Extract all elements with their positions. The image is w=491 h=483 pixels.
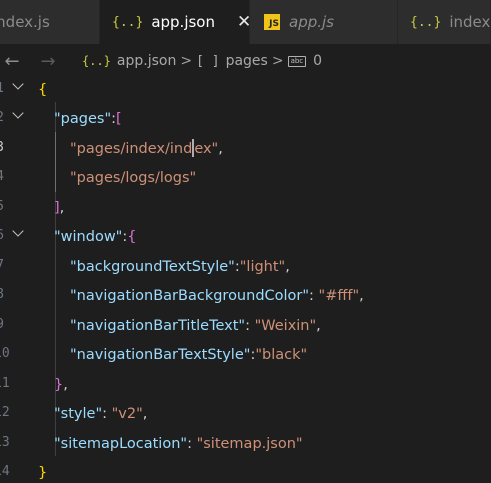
code-line: "sitemapLocation": "sitemap.json" bbox=[54, 436, 303, 452]
indent-guide-active bbox=[55, 132, 56, 192]
back-arrow-icon[interactable]: ← bbox=[0, 51, 24, 72]
tab-app-json[interactable]: {..} app.json ✕ bbox=[100, 0, 250, 44]
line-number: 7 bbox=[0, 258, 4, 273]
json-icon: {..} bbox=[410, 14, 442, 30]
breadcrumb-item[interactable]: 0 bbox=[313, 53, 322, 69]
json-icon: {..} bbox=[112, 14, 144, 30]
tab-bar: index.js {..} app.json ✕ JS app.js {..} … bbox=[0, 0, 491, 44]
code-line: "pages/logs/logs" bbox=[70, 170, 197, 186]
breadcrumb: ← → {..} app.json > [ ] pages > abc 0 bbox=[0, 44, 491, 78]
line-number: 5 bbox=[0, 199, 4, 214]
code-line: "navigationBarTitleText": "Weixin", bbox=[70, 318, 321, 334]
code-line: "backgroundTextStyle":"light", bbox=[70, 259, 290, 275]
tab-index-json[interactable]: {..} index.js bbox=[398, 0, 491, 44]
close-icon[interactable]: ✕ bbox=[237, 12, 249, 32]
string-icon: abc bbox=[287, 55, 307, 67]
forward-arrow-icon[interactable]: → bbox=[36, 51, 60, 72]
code-line: }, bbox=[54, 377, 68, 393]
code-line: "pages":[ bbox=[54, 111, 122, 127]
js-icon: JS bbox=[264, 14, 280, 30]
tab-label: app.json bbox=[151, 13, 215, 31]
code-line-current: "pages/index/ind ex", bbox=[70, 139, 223, 157]
fold-chevron-icon[interactable] bbox=[12, 226, 26, 240]
line-number: 13 bbox=[0, 435, 10, 450]
line-number: 11 bbox=[0, 376, 10, 391]
code-editor[interactable]: 1 2 3 4 5 6 7 8 9 10 11 12 13 14 { bbox=[0, 78, 491, 483]
line-number: 1 bbox=[0, 81, 4, 96]
code-content[interactable]: { "pages":[ "pages/index/ind ex", "pages/… bbox=[38, 78, 491, 483]
line-number: 2 bbox=[0, 110, 4, 125]
indent-guide bbox=[55, 250, 56, 368]
line-number-current: 3 bbox=[0, 140, 4, 155]
breadcrumb-section[interactable]: pages bbox=[226, 53, 268, 69]
line-number: 4 bbox=[0, 169, 4, 184]
tab-label: index.js bbox=[449, 13, 491, 31]
code-line: ], bbox=[54, 200, 65, 216]
breadcrumb-file[interactable]: app.json bbox=[117, 53, 176, 69]
code-line: "window":{ bbox=[54, 229, 137, 245]
code-line: { bbox=[38, 82, 48, 98]
array-icon: [ ] bbox=[196, 53, 220, 69]
line-number: 10 bbox=[0, 346, 10, 361]
breadcrumb-separator: > bbox=[180, 53, 193, 69]
editor-window: index.js {..} app.json ✕ JS app.js {..} … bbox=[0, 0, 491, 483]
line-number: 6 bbox=[0, 228, 4, 243]
line-gutter: 1 2 3 4 5 6 7 8 9 10 11 12 13 14 bbox=[0, 78, 34, 483]
json-icon: {..} bbox=[82, 54, 111, 68]
code-line: "navigationBarBackgroundColor": "#fff", bbox=[70, 288, 364, 304]
line-number: 9 bbox=[0, 317, 4, 332]
tab-label: index.js bbox=[0, 13, 50, 31]
fold-chevron-icon[interactable] bbox=[12, 79, 26, 93]
tab-label: app.js bbox=[289, 13, 334, 31]
line-number: 8 bbox=[0, 287, 4, 302]
line-number: 12 bbox=[0, 405, 10, 420]
code-line: "style": "v2", bbox=[54, 406, 148, 422]
code-line: "navigationBarTextStyle":"black" bbox=[70, 347, 308, 363]
fold-chevron-icon[interactable] bbox=[12, 108, 26, 122]
line-number: 14 bbox=[0, 464, 10, 479]
tab-app-js[interactable]: JS app.js bbox=[250, 0, 398, 44]
code-line: } bbox=[38, 465, 48, 481]
tab-index-js[interactable]: index.js bbox=[0, 0, 100, 44]
breadcrumb-separator: > bbox=[271, 53, 284, 69]
